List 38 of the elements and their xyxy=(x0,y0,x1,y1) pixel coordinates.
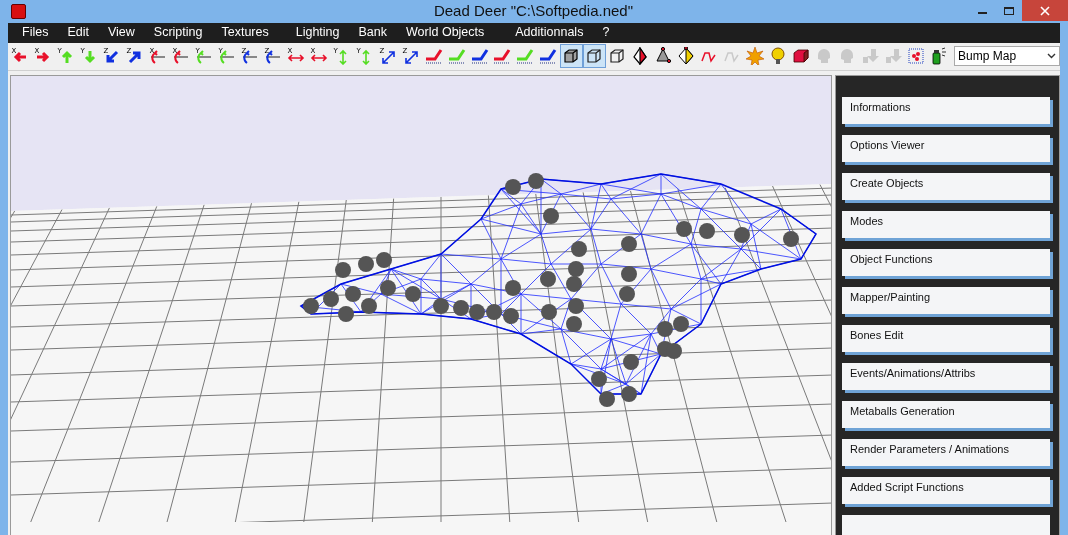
panel-button[interactable]: Object Functions xyxy=(842,248,1050,276)
wireframe-model-drawing[interactable] xyxy=(299,172,817,407)
arrow-icon xyxy=(860,47,879,65)
bump-map-dropdown[interactable]: Bump Map xyxy=(954,46,1060,66)
menu-item[interactable]: Textures xyxy=(221,23,269,42)
menu-item[interactable]: ? xyxy=(602,23,610,42)
panel-button[interactable]: Render Parameters / Animations xyxy=(842,438,1050,466)
panel-button[interactable]: Informations xyxy=(842,96,1050,124)
window-title: Dead Deer "C:\Softpedia.ned" xyxy=(433,1,634,21)
panel-button[interactable]: Events/Animations/Attribs xyxy=(842,362,1050,390)
menu-item[interactable]: Files xyxy=(22,23,49,42)
panel-button[interactable]: Modes xyxy=(842,210,1050,238)
panel-button[interactable]: Create Objects xyxy=(842,172,1050,200)
3d-viewport[interactable] xyxy=(10,74,832,535)
app-icon xyxy=(11,3,26,19)
toolbar-button[interactable] xyxy=(582,44,606,68)
pyramid-icon xyxy=(654,47,673,65)
menu-item[interactable]: Lighting xyxy=(295,23,340,42)
cube-icon xyxy=(608,47,627,65)
chevron-down-icon xyxy=(1046,53,1056,59)
panel-button[interactable]: Added Script Functions xyxy=(842,476,1050,504)
points-icon xyxy=(906,47,925,65)
menu-item[interactable]: Edit xyxy=(67,23,89,42)
arrow-icon xyxy=(883,47,902,65)
menu-item[interactable]: View xyxy=(107,23,135,42)
menu-item[interactable]: Additionnals xyxy=(515,23,584,42)
panel-button[interactable] xyxy=(842,514,1050,535)
panel-button[interactable]: Options Viewer xyxy=(842,134,1050,162)
menu-item[interactable]: World Objects xyxy=(406,23,485,42)
cube-icon xyxy=(562,47,581,65)
close-icon xyxy=(1040,5,1050,16)
menu-item[interactable]: Scripting xyxy=(153,23,203,42)
panel-button[interactable]: Bones Edit xyxy=(842,324,1050,352)
panel-button[interactable]: Metaballs Generation xyxy=(842,400,1050,428)
cube-icon xyxy=(585,47,604,65)
toolbar-button[interactable] xyxy=(559,44,583,68)
panel-button[interactable]: Mapper/Painting xyxy=(842,286,1050,314)
menu-item[interactable]: Bank xyxy=(358,23,387,42)
